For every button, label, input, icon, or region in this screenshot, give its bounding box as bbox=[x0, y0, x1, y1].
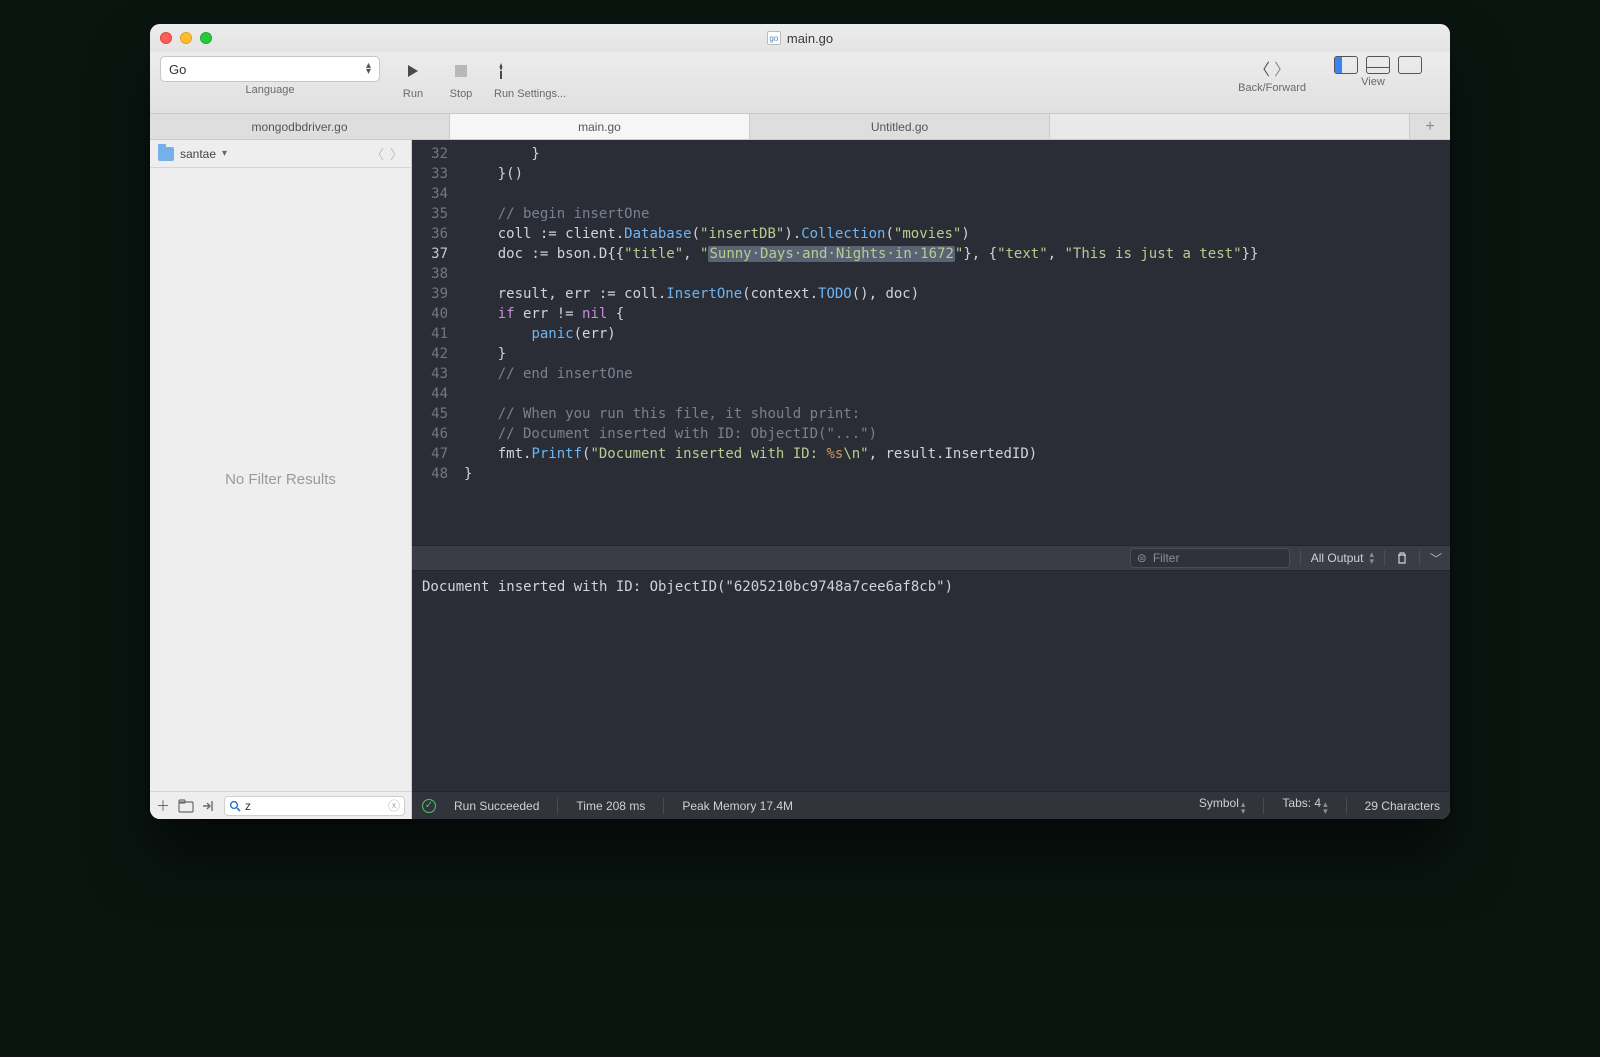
chevron-updown-icon: ▴▾ bbox=[366, 63, 371, 75]
clear-icon[interactable]: ⓧ bbox=[388, 797, 400, 814]
status-chars: 29 Characters bbox=[1365, 799, 1440, 813]
traffic-lights bbox=[160, 32, 212, 44]
view-label: View bbox=[1361, 76, 1385, 88]
run-settings-button[interactable] bbox=[494, 56, 508, 86]
editor-column: 3233343536373839404142434445464748 } }()… bbox=[412, 140, 1450, 819]
folder-name: santae bbox=[180, 147, 216, 161]
view-plain-icon[interactable] bbox=[1398, 56, 1422, 74]
new-folder-icon[interactable] bbox=[178, 799, 194, 813]
titlebar: go main.go bbox=[150, 24, 1450, 52]
zoom-icon[interactable] bbox=[200, 32, 212, 44]
sidebar-search[interactable]: z ⓧ bbox=[224, 796, 405, 816]
console-output[interactable]: Document inserted with ID: ObjectID("620… bbox=[412, 571, 1450, 791]
main-split: santae ▾ 〈 〉 No Filter Results ＋ bbox=[150, 140, 1450, 819]
import-icon[interactable] bbox=[202, 799, 216, 813]
run-settings-label: Run Settings... bbox=[494, 88, 566, 100]
sidebar-search-value: z bbox=[245, 799, 251, 813]
sidebar-header[interactable]: santae ▾ 〈 〉 bbox=[150, 140, 411, 168]
output-mode-select[interactable]: All Output ▴▾ bbox=[1311, 551, 1374, 565]
view-console-icon[interactable] bbox=[1366, 56, 1390, 74]
status-bar: ✓ Run Succeeded Time 208 ms Peak Memory … bbox=[412, 791, 1450, 819]
tab-main[interactable]: main.go bbox=[450, 114, 750, 139]
sidebar-footer: ＋ z ⓧ bbox=[150, 791, 411, 819]
sidebar-nav[interactable]: 〈 〉 bbox=[371, 144, 403, 163]
language-value: Go bbox=[169, 62, 186, 77]
code-content[interactable]: } }() // begin insertOne coll := client.… bbox=[456, 140, 1450, 545]
app-window: go main.go Go ▴▾ Language Run Stop bbox=[150, 24, 1450, 819]
folder-icon bbox=[158, 147, 174, 161]
back-icon[interactable]: 〈 bbox=[1254, 56, 1270, 80]
status-run: Run Succeeded bbox=[454, 799, 539, 813]
sidebar-forward-icon[interactable]: 〉 bbox=[390, 144, 403, 163]
toolbar: Go ▴▾ Language Run Stop Run Settings... bbox=[150, 52, 1450, 114]
filter-placeholder: Filter bbox=[1153, 551, 1180, 565]
tab-untitled[interactable]: Untitled.go bbox=[750, 114, 1050, 139]
sidebar: santae ▾ 〈 〉 No Filter Results ＋ bbox=[150, 140, 412, 819]
console-filter[interactable]: ⊜ Filter bbox=[1130, 548, 1290, 568]
add-file-icon[interactable]: ＋ bbox=[156, 796, 170, 816]
language-select[interactable]: Go ▴▾ bbox=[160, 56, 380, 82]
status-memory: Peak Memory 17.4M bbox=[682, 799, 793, 813]
new-tab-button[interactable]: + bbox=[1409, 114, 1450, 139]
file-icon: go bbox=[767, 31, 781, 45]
back-forward-buttons[interactable]: 〈 〉 bbox=[1254, 56, 1290, 80]
run-label: Run bbox=[403, 88, 423, 100]
code-editor[interactable]: 3233343536373839404142434445464748 } }()… bbox=[412, 140, 1450, 545]
status-time: Time 208 ms bbox=[576, 799, 645, 813]
forward-icon[interactable]: 〉 bbox=[1274, 56, 1290, 80]
back-forward-label: Back/Forward bbox=[1238, 82, 1306, 94]
close-icon[interactable] bbox=[160, 32, 172, 44]
console-toolbar: ⊜ Filter All Output ▴▾ ﹀ bbox=[412, 545, 1450, 571]
minimize-icon[interactable] bbox=[180, 32, 192, 44]
window-title: go main.go bbox=[150, 31, 1450, 46]
success-icon: ✓ bbox=[422, 799, 436, 813]
line-gutter: 3233343536373839404142434445464748 bbox=[412, 140, 456, 545]
search-icon bbox=[229, 800, 241, 812]
filter-icon: ⊜ bbox=[1137, 551, 1147, 565]
chevron-updown-icon: ▴▾ bbox=[1369, 551, 1374, 565]
stop-button[interactable] bbox=[446, 56, 476, 86]
chevron-down-icon[interactable]: ﹀ bbox=[1430, 550, 1442, 567]
stop-label: Stop bbox=[450, 88, 473, 100]
tab-mongodbdriver[interactable]: mongodbdriver.go bbox=[150, 114, 450, 139]
status-tabs[interactable]: Tabs: 4▴▾ bbox=[1282, 796, 1327, 815]
trash-icon[interactable] bbox=[1395, 551, 1409, 565]
view-buttons[interactable] bbox=[1334, 56, 1422, 74]
language-label: Language bbox=[246, 84, 295, 96]
window-title-text: main.go bbox=[787, 31, 833, 46]
view-sidebar-icon[interactable] bbox=[1334, 56, 1358, 74]
run-button[interactable] bbox=[398, 56, 428, 86]
sidebar-empty: No Filter Results bbox=[150, 168, 411, 791]
status-symbol[interactable]: Symbol▴▾ bbox=[1199, 796, 1246, 815]
tab-bar: mongodbdriver.go main.go Untitled.go + bbox=[150, 114, 1450, 140]
chevron-down-icon: ▾ bbox=[222, 148, 227, 159]
sidebar-back-icon[interactable]: 〈 bbox=[371, 144, 384, 163]
